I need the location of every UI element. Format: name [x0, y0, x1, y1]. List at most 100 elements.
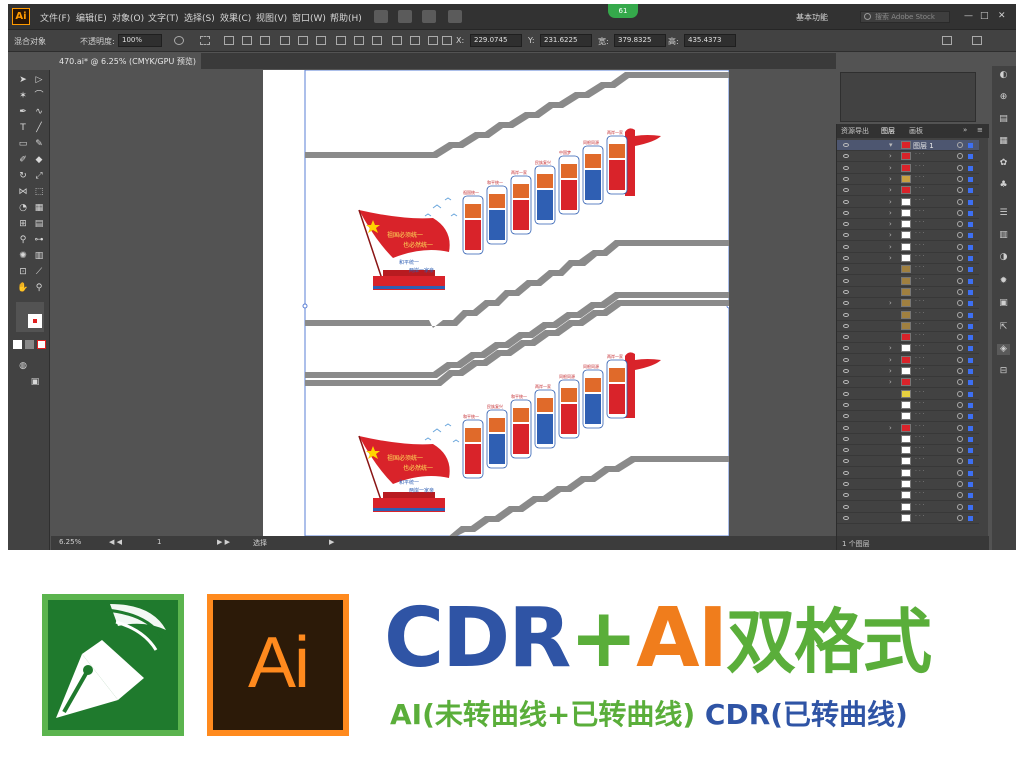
visibility-eye-icon[interactable] — [843, 380, 849, 385]
panel-collapse-icon[interactable]: » — [963, 126, 967, 134]
align-right-icon[interactable] — [260, 36, 270, 45]
expand-chevron-icon[interactable]: › — [889, 198, 892, 206]
mesh-tool-icon[interactable]: ⊞ — [16, 218, 30, 230]
artboard[interactable]: 祖国必须统一 也必然统一 和平统一 两岸一家亲 祖国统一 和平统一 两岸一家 民… — [263, 70, 729, 536]
distribute-left-icon[interactable] — [392, 36, 402, 45]
target-circle-icon[interactable] — [957, 503, 963, 510]
expand-chevron-icon[interactable]: › — [889, 344, 892, 352]
visibility-eye-icon[interactable] — [843, 143, 849, 147]
transform-reference-icon[interactable] — [442, 36, 452, 45]
layer-row[interactable]: · · · — [837, 310, 979, 321]
layer-row[interactable]: › · · · — [837, 197, 979, 208]
arrange-documents-icon[interactable] — [422, 10, 436, 23]
menu-object[interactable]: 对象(O) — [112, 11, 144, 24]
expand-chevron-icon[interactable]: › — [889, 175, 892, 183]
visibility-eye-icon[interactable] — [843, 176, 849, 181]
tab-asset-export[interactable]: 资源导出 — [841, 126, 869, 136]
gradient-swatch-icon[interactable] — [25, 340, 34, 349]
visibility-eye-icon[interactable] — [843, 482, 849, 486]
target-circle-icon[interactable] — [957, 221, 963, 228]
visibility-eye-icon[interactable] — [843, 301, 849, 306]
target-circle-icon[interactable] — [957, 334, 963, 341]
distribute-top-icon[interactable] — [336, 36, 346, 45]
target-circle-icon[interactable] — [957, 198, 963, 205]
align-middle-icon[interactable] — [298, 36, 308, 45]
selection-indicator[interactable] — [968, 301, 973, 307]
layer-row[interactable]: · · · — [837, 287, 979, 298]
selection-indicator[interactable] — [968, 448, 973, 454]
artboard-nav-next-icon[interactable]: ▶ ▶ — [217, 538, 230, 546]
curvature-tool-icon[interactable]: ∿ — [32, 106, 46, 118]
tab-layers[interactable]: 图层 — [881, 126, 895, 136]
layer-row[interactable]: · · · — [837, 513, 979, 524]
artboard-number[interactable]: 1 — [157, 538, 161, 546]
visibility-eye-icon[interactable] — [843, 323, 849, 328]
expand-chevron-icon[interactable]: › — [889, 164, 892, 172]
eraser-tool-icon[interactable]: ◆ — [32, 154, 46, 166]
expand-chevron-icon[interactable]: ▾ — [889, 141, 893, 149]
shaper-tool-icon[interactable]: ✐ — [16, 154, 30, 166]
target-circle-icon[interactable] — [957, 277, 963, 284]
x-field[interactable]: 229.0745 — [470, 34, 522, 47]
target-circle-icon[interactable] — [957, 232, 963, 239]
type-tool-icon[interactable]: T — [16, 122, 30, 134]
close-button[interactable]: ✕ — [998, 11, 1006, 21]
distribute-bottom-icon[interactable] — [372, 36, 382, 45]
visibility-eye-icon[interactable] — [843, 335, 849, 340]
target-circle-icon[interactable] — [957, 458, 963, 465]
target-circle-icon[interactable] — [957, 311, 963, 318]
selection-indicator[interactable] — [968, 425, 973, 431]
width-tool-icon[interactable]: ⋈ — [16, 186, 30, 198]
swatches-panel-icon[interactable]: ▦ — [997, 136, 1010, 147]
visibility-eye-icon[interactable] — [843, 391, 849, 396]
selection-indicator[interactable] — [968, 470, 973, 476]
distribute-center-icon[interactable] — [410, 36, 420, 45]
expand-chevron-icon[interactable]: › — [889, 152, 892, 160]
target-circle-icon[interactable] — [957, 424, 963, 431]
layer-row[interactable]: · · · — [837, 411, 979, 423]
visibility-eye-icon[interactable] — [843, 154, 849, 159]
hand-tool-icon[interactable]: ✋ — [16, 282, 30, 294]
pen-tool-icon[interactable]: ✒ — [16, 106, 30, 118]
selection-indicator[interactable] — [968, 335, 973, 341]
visibility-eye-icon[interactable] — [843, 210, 849, 215]
layer-row[interactable]: · · · — [837, 321, 979, 332]
direct-selection-tool-icon[interactable]: ▷ — [32, 74, 46, 86]
target-circle-icon[interactable] — [957, 514, 963, 521]
target-circle-icon[interactable] — [957, 379, 963, 386]
selection-indicator[interactable] — [968, 369, 973, 374]
visibility-eye-icon[interactable] — [843, 459, 849, 464]
visibility-eye-icon[interactable] — [843, 312, 849, 317]
eyedropper-tool-icon[interactable]: ⚲ — [16, 234, 30, 246]
selection-indicator[interactable] — [968, 256, 973, 261]
selection-indicator[interactable] — [968, 222, 973, 228]
target-circle-icon[interactable] — [957, 288, 963, 295]
graphic-styles-panel-icon[interactable]: ▣ — [997, 298, 1010, 309]
target-circle-icon[interactable] — [957, 469, 963, 476]
artboard-tool-icon[interactable]: ⊡ — [16, 266, 30, 278]
target-circle-icon[interactable] — [957, 413, 963, 420]
layer-name[interactable]: 图层 1 — [913, 141, 934, 151]
layer-row[interactable]: · · · — [837, 434, 979, 445]
fill-stroke-swatch-icon[interactable] — [16, 302, 44, 332]
visibility-eye-icon[interactable] — [843, 425, 849, 430]
selection-indicator[interactable] — [968, 459, 973, 465]
symbol-sprayer-tool-icon[interactable]: ✺ — [16, 250, 30, 262]
selection-indicator[interactable] — [968, 143, 973, 148]
gradient-tool-icon[interactable]: ▤ — [32, 218, 46, 230]
scale-tool-icon[interactable]: ⤢ — [32, 170, 46, 182]
target-circle-icon[interactable] — [957, 345, 963, 352]
selection-tool-icon[interactable]: ➤ — [16, 74, 30, 86]
layer-row[interactable]: › · · · — [837, 298, 979, 310]
shape-builder-tool-icon[interactable]: ◔ — [16, 202, 30, 214]
expand-chevron-icon[interactable]: › — [889, 186, 892, 194]
selection-indicator[interactable] — [968, 414, 973, 420]
layer-row[interactable]: · · · — [837, 456, 979, 468]
selection-indicator[interactable] — [968, 312, 973, 318]
layer-row[interactable]: · · · — [837, 400, 979, 411]
visibility-eye-icon[interactable] — [843, 278, 849, 283]
target-circle-icon[interactable] — [957, 187, 963, 194]
target-circle-icon[interactable] — [957, 322, 963, 329]
visibility-eye-icon[interactable] — [843, 233, 849, 238]
lasso-tool-icon[interactable]: ⌒ — [32, 90, 46, 102]
